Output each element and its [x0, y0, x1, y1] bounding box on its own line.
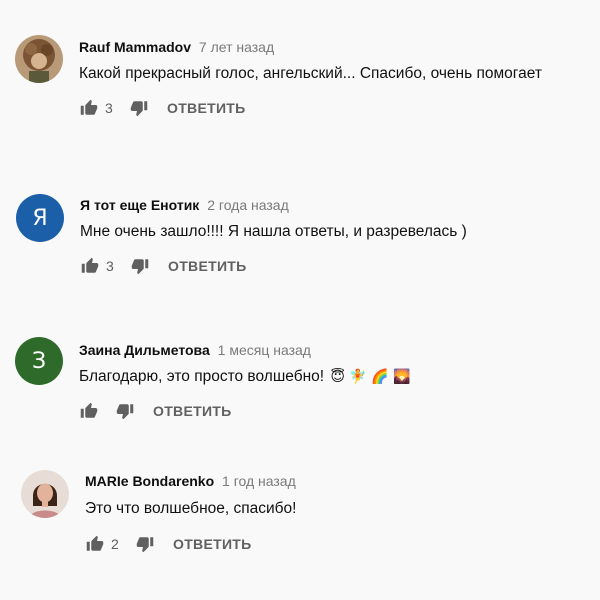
comment-actions: 3 ОТВЕТИТЬ: [79, 96, 246, 120]
thumb-down-icon[interactable]: [115, 401, 135, 421]
avatar-letter: З: [31, 348, 47, 374]
author-name[interactable]: MARIe Bondarenko: [85, 473, 214, 489]
comment-header: Я тот еще Енотик 2 года назад: [80, 197, 289, 213]
like-count: 2: [111, 536, 119, 552]
reply-button[interactable]: ОТВЕТИТЬ: [168, 258, 247, 274]
comment-actions: ОТВЕТИТЬ: [79, 399, 232, 423]
avatar[interactable]: [15, 35, 63, 83]
avatar-photo-icon: [15, 35, 63, 83]
author-name[interactable]: Я тот еще Енотик: [80, 197, 199, 213]
timestamp[interactable]: 2 года назад: [207, 197, 289, 213]
comment-text: Это что волшебное, спасибо!: [85, 500, 297, 517]
comment-text: Благодарю, это просто волшебно! 😇 🧚 🌈 🌄: [79, 368, 411, 386]
thumb-up-icon[interactable]: [80, 256, 100, 276]
avatar-photo-icon: [21, 470, 69, 518]
like-count: 3: [105, 100, 113, 116]
reply-button[interactable]: ОТВЕТИТЬ: [153, 403, 232, 419]
comment-actions: 3 ОТВЕТИТЬ: [80, 254, 247, 278]
reply-button[interactable]: ОТВЕТИТЬ: [167, 100, 246, 116]
thumb-down-icon[interactable]: [130, 256, 150, 276]
comment-text: Какой прекрасный голос, ангельский... Сп…: [79, 65, 542, 82]
author-name[interactable]: Заина Дильметова: [79, 342, 210, 358]
comment-text-body: Благодарю, это просто волшебно!: [79, 368, 325, 385]
thumb-down-icon[interactable]: [129, 98, 149, 118]
comment-header: Rauf Mammadov 7 лет назад: [79, 39, 274, 55]
comment-header: Заина Дильметова 1 месяц назад: [79, 342, 311, 358]
like-count: 3: [106, 258, 114, 274]
timestamp[interactable]: 7 лет назад: [199, 39, 274, 55]
reply-button[interactable]: ОТВЕТИТЬ: [173, 536, 252, 552]
thumb-up-icon[interactable]: [79, 401, 99, 421]
avatar[interactable]: Я: [16, 194, 64, 242]
thumb-up-icon[interactable]: [79, 98, 99, 118]
comment-text: Мне очень зашло!!!! Я нашла ответы, и ра…: [80, 223, 467, 240]
thumb-down-icon[interactable]: [135, 534, 155, 554]
comment-header: MARIe Bondarenko 1 год назад: [85, 473, 296, 489]
thumb-up-icon[interactable]: [85, 534, 105, 554]
author-name[interactable]: Rauf Mammadov: [79, 39, 191, 55]
comment-actions: 2 ОТВЕТИТЬ: [85, 532, 252, 556]
timestamp[interactable]: 1 год назад: [222, 473, 296, 489]
avatar-letter: Я: [32, 205, 48, 231]
avatar[interactable]: З: [15, 337, 63, 385]
emoji-sequence: 😇 🧚 🌈 🌄: [330, 369, 411, 385]
timestamp[interactable]: 1 месяц назад: [218, 342, 311, 358]
avatar[interactable]: [21, 470, 69, 518]
